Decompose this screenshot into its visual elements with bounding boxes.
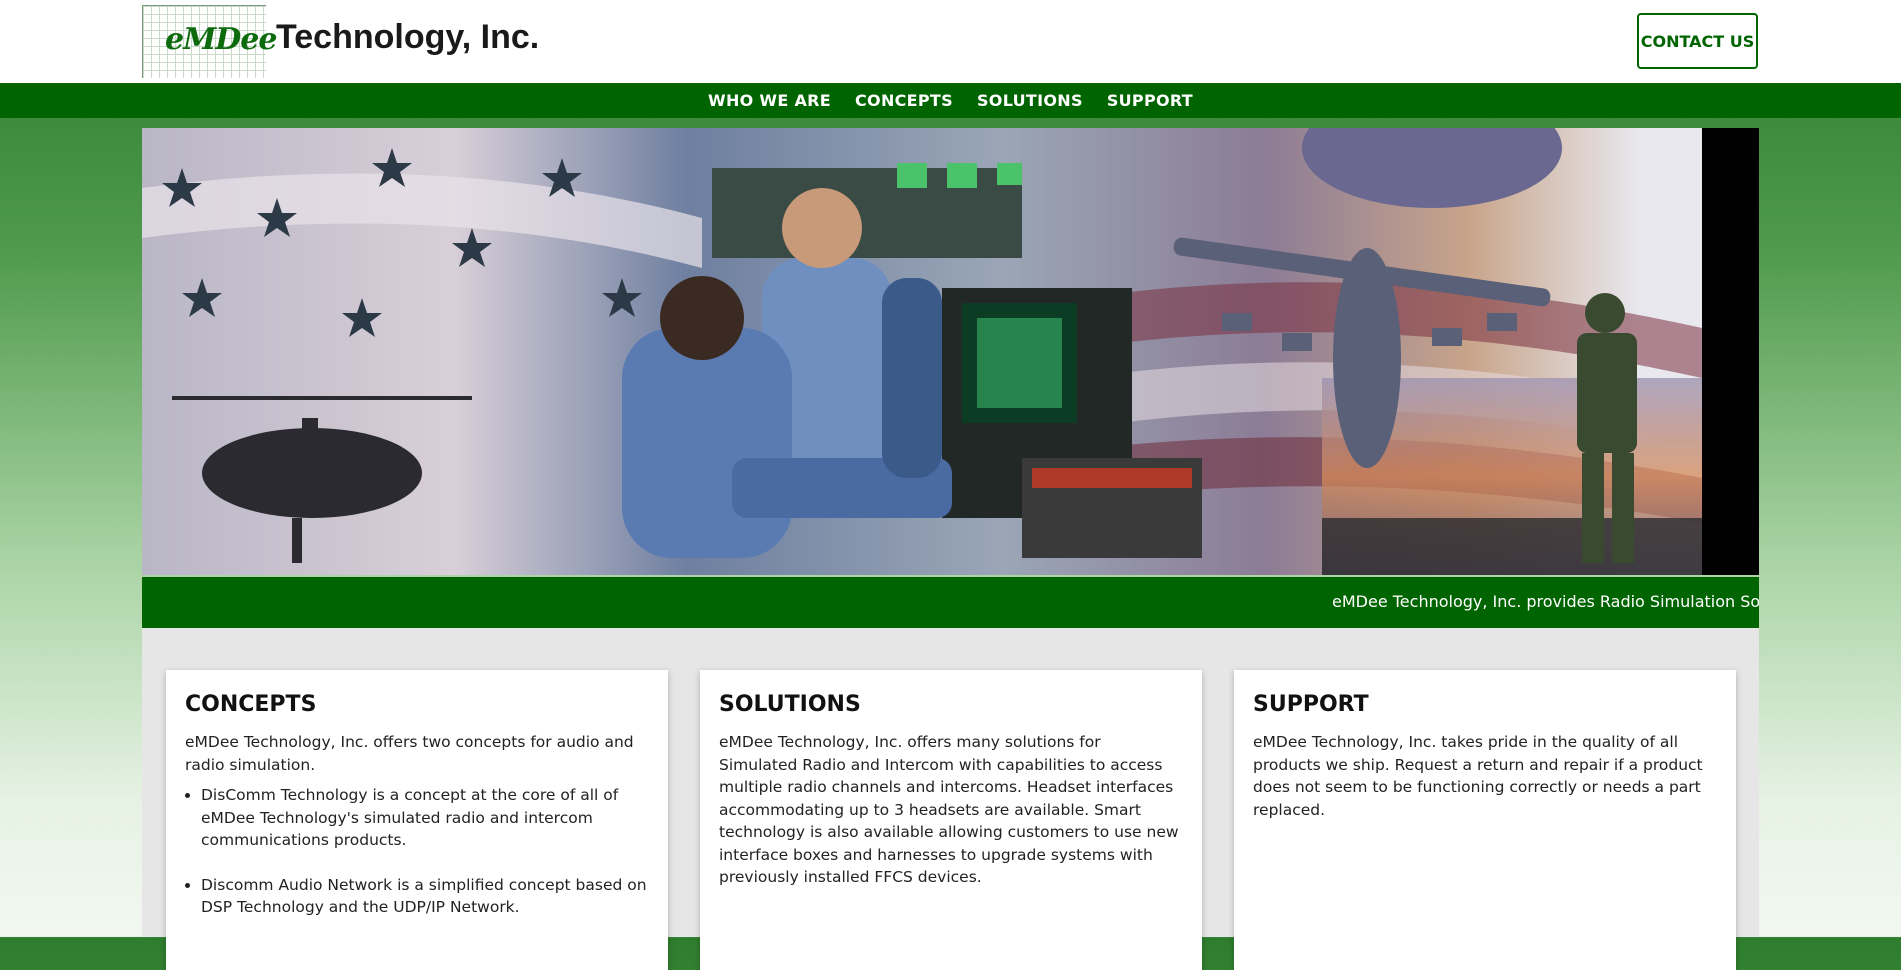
ticker-text: eMDee Technology, Inc. provides Radio Si… bbox=[1332, 592, 1759, 611]
content-section: CONCEPTS eMDee Technology, Inc. offers t… bbox=[142, 628, 1759, 970]
list-item: DisComm Technology is a concept at the c… bbox=[201, 784, 649, 852]
support-card: SUPPORT eMDee Technology, Inc. takes pri… bbox=[1234, 670, 1736, 970]
solutions-heading: SOLUTIONS bbox=[719, 692, 861, 717]
concepts-intro: eMDee Technology, Inc. offers two concep… bbox=[185, 733, 634, 774]
hero-banner-image bbox=[142, 128, 1759, 575]
support-body: eMDee Technology, Inc. takes pride in th… bbox=[1253, 733, 1703, 819]
company-logo[interactable]: eMDee Technology, Inc. bbox=[142, 5, 562, 78]
site-header: eMDee Technology, Inc. CONTACT US bbox=[0, 0, 1901, 83]
nav-item-concepts[interactable]: CONCEPTS bbox=[855, 91, 953, 110]
logo-script-text: eMDee bbox=[165, 22, 277, 57]
nav-item-who-we-are[interactable]: WHO WE ARE bbox=[708, 91, 831, 110]
nav-item-solutions[interactable]: SOLUTIONS bbox=[977, 91, 1083, 110]
hero-collage-illustration bbox=[142, 128, 1759, 575]
logo-company-name: Technology, Inc. bbox=[276, 18, 540, 56]
solutions-body: eMDee Technology, Inc. offers many solut… bbox=[719, 733, 1179, 886]
concepts-card: CONCEPTS eMDee Technology, Inc. offers t… bbox=[166, 670, 668, 970]
main-nav: WHO WE ARE CONCEPTS SOLUTIONS SUPPORT bbox=[0, 83, 1901, 118]
contact-us-button[interactable]: CONTACT US bbox=[1637, 13, 1758, 69]
support-heading: SUPPORT bbox=[1253, 692, 1369, 717]
logo-grid-mark: eMDee bbox=[142, 5, 277, 78]
solutions-card: SOLUTIONS eMDee Technology, Inc. offers … bbox=[700, 670, 1202, 970]
concepts-heading: CONCEPTS bbox=[185, 692, 317, 717]
list-item: Discomm Audio Network is a simplified co… bbox=[201, 874, 649, 919]
concepts-list: DisComm Technology is a concept at the c… bbox=[185, 784, 649, 919]
nav-item-support[interactable]: SUPPORT bbox=[1107, 91, 1193, 110]
scrolling-announcement: eMDee Technology, Inc. provides Radio Si… bbox=[142, 577, 1759, 628]
